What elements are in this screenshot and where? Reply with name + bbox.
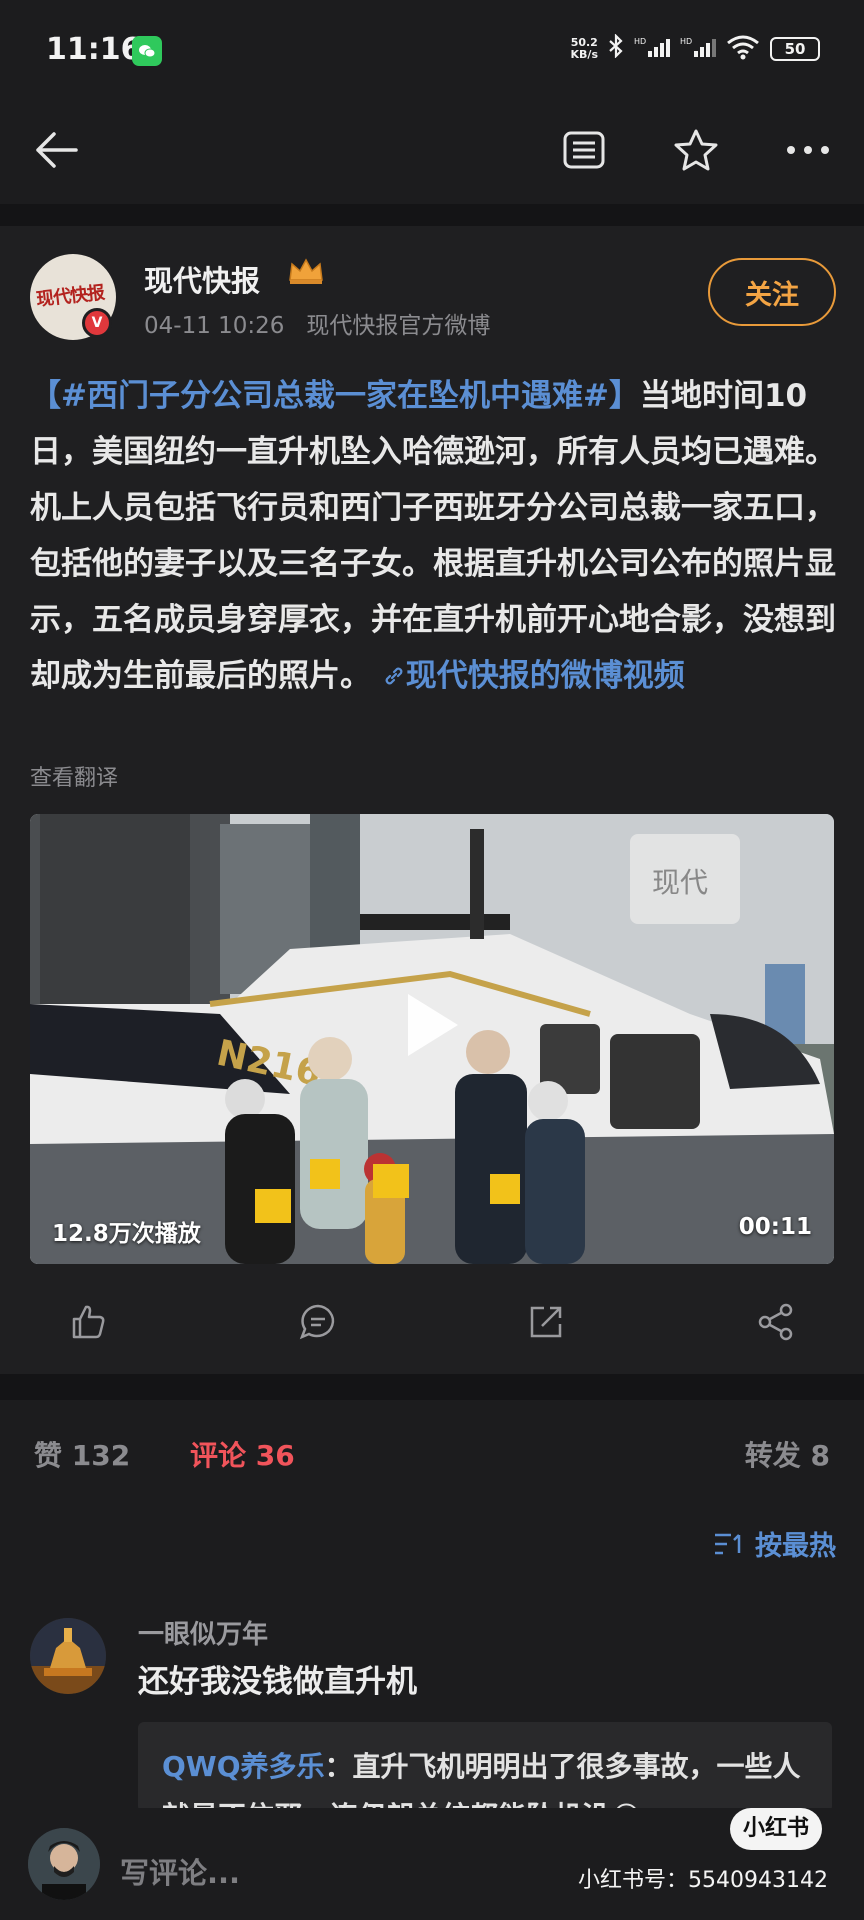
more-dots-icon[interactable] — [776, 118, 840, 182]
signal-hd-1-icon: HD — [634, 35, 670, 63]
author-name[interactable]: 现代快报 — [144, 258, 260, 300]
crown-icon — [286, 256, 326, 293]
like-icon[interactable] — [60, 1294, 116, 1350]
verified-badge: V — [82, 308, 112, 338]
video-duration: 00:11 — [738, 1214, 812, 1240]
commenter-name[interactable]: 一眼似万年 — [138, 1614, 268, 1651]
wifi-icon — [726, 34, 760, 64]
section-divider-2 — [0, 1374, 864, 1400]
reply-user[interactable]: QWQ养多乐 — [162, 1750, 325, 1783]
my-avatar — [28, 1828, 100, 1900]
write-comment-input[interactable]: 写评论... — [120, 1850, 240, 1892]
post-meta: 04-11 10:26 现代快报官方微博 — [144, 306, 490, 340]
tab-likes[interactable]: 赞 132 — [34, 1434, 130, 1474]
tab-comments[interactable]: 评论 36 — [190, 1434, 295, 1474]
follow-button[interactable]: 关注 — [708, 258, 836, 326]
repost-icon[interactable] — [518, 1294, 574, 1350]
topic-hashtag[interactable]: 【#西门子分公司总裁一家在坠机中遇难#】 — [30, 378, 640, 414]
post-content: 当地时间10日，美国纽约一直升机坠入哈德逊河，所有人员均已遇难。机上人员包括飞行… — [30, 378, 836, 694]
video-player[interactable]: 现代 N216 12.8万次播放 00:11 — [30, 814, 834, 1264]
post-time: 04-11 10:26 — [144, 313, 285, 339]
reply-preview[interactable]: QWQ养多乐：直升飞机明明出了很多事故，一些人就是不信邪，连伊朗总统都能坠机没😂 — [138, 1722, 832, 1812]
status-icons: 50.2 KB/s HD HD 50 — [570, 33, 820, 64]
top-toolbar — [0, 100, 864, 204]
post-actions — [0, 1290, 864, 1354]
stats-tabs: 赞 132 评论 36 转发 8 — [0, 1400, 864, 1510]
svg-text:现代: 现代 — [652, 866, 708, 899]
post-body: 【#西门子分公司总裁一家在坠机中遇难#】当地时间10日，美国纽约一直升机坠入哈德… — [30, 368, 840, 704]
sort-label: 按最热 — [755, 1531, 836, 1562]
translate-link[interactable]: 查看翻译 — [30, 760, 118, 792]
svg-text:HD: HD — [680, 37, 692, 46]
sort-icon — [715, 1533, 741, 1554]
comment-text: 还好我没钱做直升机 — [138, 1664, 417, 1700]
video-link[interactable]: 现代快报的微博视频 — [382, 658, 685, 694]
sort-hot-button[interactable]: 按最热 — [713, 1524, 836, 1563]
wechat-icon — [132, 36, 162, 66]
net-speed: 50.2 KB/s — [570, 36, 598, 61]
favorite-star-icon[interactable] — [664, 118, 728, 182]
comment-icon[interactable] — [290, 1294, 346, 1350]
signal-hd-2-icon: HD — [680, 35, 716, 63]
post-source: 现代快报官方微博 — [306, 313, 491, 339]
status-bar: 11:16 50.2 KB/s HD HD 50 — [0, 0, 864, 100]
xiaohongshu-logo: 小红书 — [730, 1808, 822, 1850]
battery-indicator: 50 — [770, 37, 820, 61]
svg-text:HD: HD — [634, 37, 646, 46]
play-count: 12.8万次播放 — [52, 1221, 201, 1247]
back-arrow-icon[interactable] — [24, 118, 88, 182]
status-time: 11:16 — [46, 32, 142, 67]
share-icon[interactable] — [748, 1294, 804, 1350]
bluetooth-icon — [608, 33, 624, 64]
section-divider — [0, 204, 864, 226]
tab-reposts[interactable]: 转发 8 — [745, 1434, 830, 1474]
link-icon — [385, 667, 403, 685]
xiaohongshu-id: 小红书号：5540943142 — [578, 1868, 828, 1893]
commenter-avatar[interactable] — [30, 1618, 106, 1694]
play-icon[interactable] — [402, 990, 462, 1060]
reader-mode-icon[interactable] — [552, 118, 616, 182]
